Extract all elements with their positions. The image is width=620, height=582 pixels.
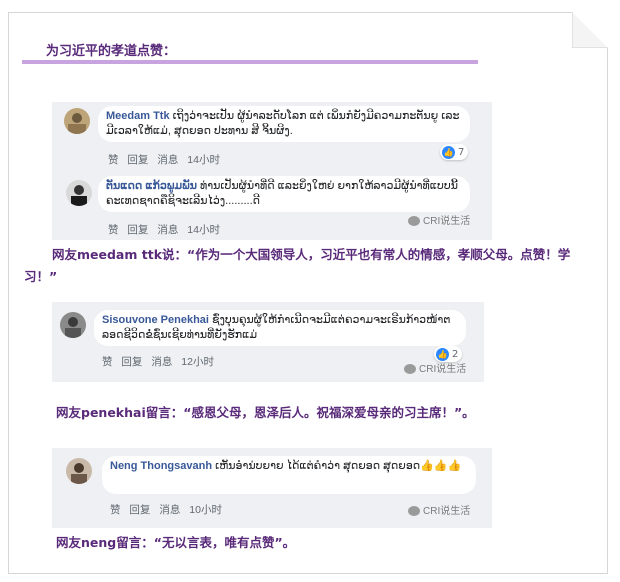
comment-screenshot-3: Neng Thongsavanh ເຫັນອຳນ່ບຍາຍ ໄດ້ແຕ່ຄຳວ່… [52, 448, 492, 528]
comment-bubble: Meedam Ttk ເຖິງວ່າຈະເປັນ ຜູ້ນຳລະດັບໂລກ ແ… [98, 106, 470, 142]
avatar[interactable] [66, 180, 92, 206]
watermark: CRI说生活 [404, 360, 466, 375]
section-heading: 为习近平的孝道点赞： [46, 44, 177, 59]
comment-bubble: Neng Thongsavanh ເຫັນອຳນ່ບຍາຍ ໄດ້ແຕ່ຄຳວ່… [102, 456, 476, 494]
timestamp[interactable]: 10小时 [189, 504, 222, 516]
comment-actions: 赞 回复 消息 12小时 [102, 354, 220, 369]
reply-link[interactable]: 回复 [127, 224, 148, 236]
comment-screenshot-1: Meedam Ttk ເຖິງວ່າຈະເປັນ ຜູ້ນຳລະດັບໂລກ ແ… [52, 102, 492, 240]
caption-3: 网友neng留言：“无以言表，唯有点赞”。 [56, 535, 296, 550]
commenter-name[interactable]: Neng Thongsavanh [110, 460, 212, 472]
avatar[interactable] [60, 312, 86, 338]
wechat-icon [408, 506, 420, 517]
comment-bubble: Sisouvone Penekhai ຊົ່ງບຸນຄຸນຜູ້ໃຫ້ກຳເນີ… [94, 310, 466, 346]
caption-2: 网友penekhai留言：“感恩父母，恩泽后人。祝福深爱母亲的习主席！”。 [56, 405, 475, 420]
timestamp[interactable]: 14小时 [187, 154, 220, 166]
caption-1: 网友meedam ttk说：“作为一个大国领导人，习近平也有常人的情感，孝顺父母… [24, 247, 571, 284]
reply-link[interactable]: 回复 [121, 356, 142, 368]
reply-link[interactable]: 回复 [129, 504, 150, 516]
reaction-count[interactable]: 👍 7 [440, 144, 469, 160]
like-link[interactable]: 赞 [108, 154, 119, 166]
message-link[interactable]: 消息 [151, 356, 172, 368]
like-link[interactable]: 赞 [108, 224, 119, 236]
commenter-name[interactable]: ຕັນແດດ ແກ້ວພູມພັນ [106, 180, 197, 192]
watermark: CRI说生活 [408, 502, 470, 517]
timestamp[interactable]: 12小时 [181, 356, 214, 368]
comment-text: ເຫັນອຳນ່ບຍາຍ ໄດ້ແຕ່ຄຳວ່າ ສຸດຍອດ ສຸດຍອດ👍👍… [215, 460, 462, 472]
comment-bubble: ຕັນແດດ ແກ້ວພູມພັນ ທ່ານເປັນຜູ້ນຳທີ່ດີ ແລະ… [98, 176, 470, 212]
wechat-icon [404, 364, 416, 375]
avatar[interactable] [66, 458, 92, 484]
comment-screenshot-2: Sisouvone Penekhai ຊົ່ງບຸນຄຸນຜູ້ໃຫ້ກຳເນີ… [52, 302, 484, 382]
avatar[interactable] [64, 108, 90, 134]
like-link[interactable]: 赞 [110, 504, 121, 516]
wechat-icon [408, 216, 420, 227]
commenter-name[interactable]: Meedam Ttk [106, 110, 170, 122]
message-link[interactable]: 消息 [157, 154, 178, 166]
message-link[interactable]: 消息 [159, 504, 180, 516]
message-link[interactable]: 消息 [157, 224, 178, 236]
comment-actions: 赞 回复 消息 10小时 [110, 502, 228, 517]
page-fold-icon [572, 12, 608, 48]
like-icon: 👍 [442, 145, 455, 159]
like-icon: 👍 [436, 347, 449, 361]
like-link[interactable]: 赞 [102, 356, 113, 368]
comment-actions: 赞 回复 消息 14小时 [108, 222, 226, 237]
heading-divider [22, 60, 478, 64]
timestamp[interactable]: 14小时 [187, 224, 220, 236]
reply-link[interactable]: 回复 [127, 154, 148, 166]
commenter-name[interactable]: Sisouvone Penekhai [102, 314, 209, 326]
comment-actions: 赞 回复 消息 14小时 [108, 152, 226, 167]
watermark: CRI说生活 [408, 212, 470, 227]
